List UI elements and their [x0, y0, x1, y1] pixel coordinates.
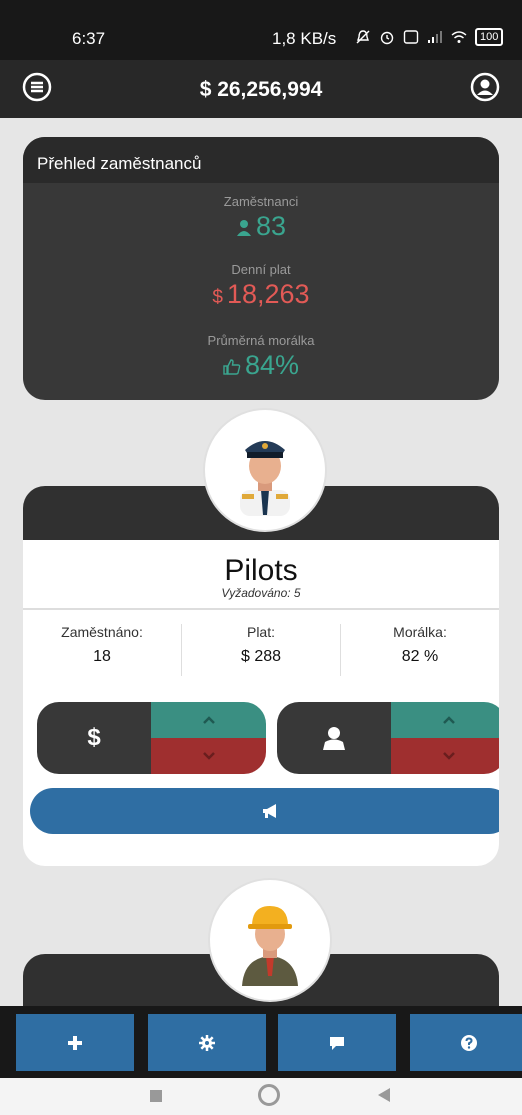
staff-decrease-button[interactable]: [391, 738, 499, 774]
chevron-down-icon: [202, 752, 215, 760]
add-button[interactable]: [16, 1014, 134, 1071]
employees-value-row: 83: [23, 211, 499, 242]
staff-title: Pilots: [224, 554, 298, 587]
staff-increase-button[interactable]: [391, 702, 499, 738]
user-circle-icon[interactable]: [470, 72, 500, 102]
system-nav-bar: [0, 1078, 522, 1115]
dollar-sign: $: [212, 287, 223, 308]
alarm-icon: [380, 31, 394, 45]
home-button[interactable]: [258, 1084, 280, 1106]
morale-label: Průměrná morálka: [207, 333, 315, 348]
pilot-illustration: [240, 441, 290, 516]
daily-pay-label: Denní plat: [231, 262, 291, 277]
daily-pay-value-row: $18,263: [23, 279, 499, 310]
network-speed: 1,8 KB/s: [272, 29, 337, 48]
employed-value: 18: [93, 648, 111, 665]
mute-icon: [356, 30, 370, 44]
chevron-down-icon: [442, 752, 455, 760]
staff-card-pilots: Pilots Vyžadováno: 5 Zaměstnáno: 18 Plat…: [23, 486, 499, 866]
salary-label: Plat:: [246, 624, 275, 640]
morale-stat: Průměrná morálka 84%: [23, 333, 499, 381]
help-button[interactable]: [410, 1014, 522, 1071]
bottom-nav: [0, 1006, 522, 1078]
plus-icon: [68, 1035, 82, 1050]
recents-button[interactable]: [150, 1090, 162, 1102]
chat-icon: [330, 1036, 344, 1050]
help-icon: [461, 1034, 477, 1051]
employee-overview-card: Přehled zaměstnanců Zaměstnanci 83 Denní…: [23, 137, 499, 400]
employed-column: Zaměstnáno: 18: [23, 624, 182, 676]
salary-control: $: [37, 702, 266, 774]
mechanic-avatar: [210, 880, 330, 1000]
pilot-avatar: [205, 410, 325, 530]
gear-icon: [199, 1034, 215, 1051]
settings-button[interactable]: [148, 1014, 266, 1071]
daily-pay-stat: Denní plat $18,263: [23, 262, 499, 310]
employees-stat: Zaměstnanci 83: [23, 194, 499, 242]
staff-morale-label: Morálka:: [393, 624, 447, 640]
staff-count-label: [277, 702, 391, 774]
staff-required: Vyžadováno: 5: [221, 586, 301, 600]
thumbs-up-icon: [223, 359, 241, 375]
megaphone-icon: [263, 804, 276, 818]
salary-decrease-button[interactable]: [151, 738, 266, 774]
staff-morale-value: 82 %: [401, 648, 439, 665]
employees-value: 83: [255, 211, 287, 241]
salary-control-label: $: [37, 702, 151, 774]
divider: [23, 608, 499, 610]
staff-count-control: [277, 702, 499, 774]
morale-value: 84%: [244, 350, 300, 380]
recruit-button[interactable]: [30, 788, 499, 834]
daily-pay-value: 18,263: [226, 279, 310, 309]
volte-icon: [403, 30, 419, 44]
app-header: $ 26,256,994: [0, 60, 522, 118]
status-icons: 100: [355, 28, 504, 46]
status-time: 6:37: [72, 29, 106, 48]
salary-increase-button[interactable]: [151, 702, 266, 738]
person-icon: [323, 727, 345, 750]
mechanic-illustration: [242, 906, 298, 986]
chevron-up-icon: [202, 716, 215, 724]
chat-button[interactable]: [278, 1014, 396, 1071]
back-button[interactable]: [378, 1088, 390, 1102]
wifi-icon: [451, 31, 467, 43]
person-icon: [236, 219, 251, 236]
battery-icon: 100: [475, 28, 504, 46]
employed-label: Zaměstnáno:: [61, 624, 143, 640]
salary-value: $ 288: [240, 648, 282, 665]
status-bar: 6:37 1,8 KB/s 100: [0, 0, 522, 60]
employees-label: Zaměstnanci: [223, 194, 299, 209]
chevron-up-icon: [442, 716, 455, 724]
salary-column: Plat: $ 288: [182, 624, 341, 676]
morale-column: Morálka: 82 %: [341, 624, 499, 676]
morale-value-row: 84%: [23, 350, 499, 381]
overview-title: Přehled zaměstnanců: [23, 137, 499, 183]
staff-info-row: Zaměstnáno: 18 Plat: $ 288 Morálka: 82 %: [23, 624, 499, 676]
signal-icon: [428, 31, 442, 43]
balance-display: $ 26,256,994: [199, 78, 323, 101]
